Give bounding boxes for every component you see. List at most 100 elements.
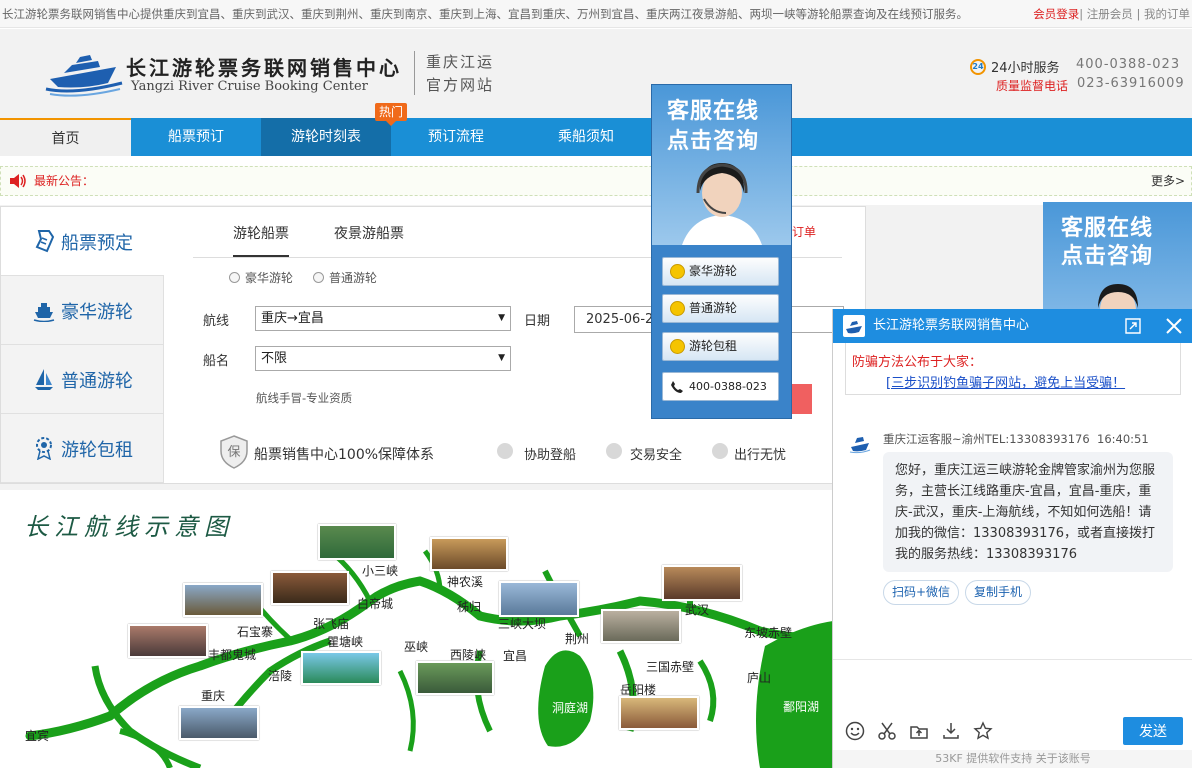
sidebar-item-luxury-cruise[interactable]: 豪华游轮 xyxy=(1,276,164,345)
photo-yueyang[interactable] xyxy=(619,696,699,730)
nav-schedule[interactable]: 游轮时刻表 xyxy=(261,118,391,156)
chat-input-divider xyxy=(833,659,1192,660)
message-time: 16:40:51 xyxy=(1097,432,1149,446)
quick-reply-copy-phone[interactable]: 复制手机 xyxy=(965,580,1032,605)
photo-shibaozhai[interactable] xyxy=(183,583,263,617)
tab-night-cruise-ticket[interactable]: 夜景游船票 xyxy=(334,223,404,243)
photo-baidi[interactable] xyxy=(271,571,349,605)
download-icon[interactable] xyxy=(941,721,961,741)
right-service-ad[interactable]: 客服在线 点击咨询 xyxy=(1043,202,1192,310)
route-hint: 航线手冒-专业资质 xyxy=(256,391,353,405)
map-label: 三国赤壁 xyxy=(646,660,695,674)
notice-more-link[interactable]: 更多> xyxy=(1151,167,1185,195)
map-label: 鄱阳湖 xyxy=(783,700,820,714)
ad-button-phone[interactable]: 400-0388-023 xyxy=(662,372,779,401)
nav-boarding-notes[interactable]: 乘船须知 xyxy=(521,118,651,156)
photo-shennong[interactable] xyxy=(430,537,508,571)
upload-folder-icon[interactable] xyxy=(909,721,929,741)
click-consult-text: 点击咨询 xyxy=(1061,244,1154,269)
chat-logo-icon xyxy=(843,315,865,337)
click-consult-text: 点击咨询 xyxy=(667,129,760,154)
guarantee-worryfree: 出行无忧 xyxy=(734,448,787,463)
service-label: 24小时服务 xyxy=(991,61,1060,76)
radio-circle[interactable] xyxy=(229,272,240,283)
guarantee-title: 船票销售中心100%保障体系 xyxy=(254,447,435,463)
ad-button-normal[interactable]: 普通游轮 xyxy=(662,294,779,323)
ad-button-luxury[interactable]: 豪华游轮 xyxy=(662,257,779,286)
photo-jingzhou[interactable] xyxy=(601,609,681,643)
emoji-icon[interactable] xyxy=(845,721,865,741)
maximize-icon[interactable] xyxy=(1125,318,1141,334)
route-label: 航线 xyxy=(203,314,230,329)
route-value: 重庆→宜昌 xyxy=(261,311,324,326)
photo-qutang[interactable] xyxy=(301,651,381,685)
register-orders-links[interactable]: | 注册会员 | 我的订单 xyxy=(1079,7,1190,21)
quick-reply-wechat[interactable]: 扫码+微信 xyxy=(883,580,960,605)
photo-xiling[interactable] xyxy=(416,661,494,695)
sidebar-item-charter[interactable]: 游轮包租 xyxy=(1,414,164,483)
radio-luxury[interactable]: 豪华游轮 xyxy=(229,269,293,286)
scissors-icon[interactable] xyxy=(877,721,897,741)
nav-ticket-booking[interactable]: 船票预订 xyxy=(131,118,261,156)
hot-badge: 热门 xyxy=(375,103,407,126)
radio-luxury-label: 豪华游轮 xyxy=(245,271,294,285)
photo-wuhan[interactable] xyxy=(662,565,742,601)
guarantee-boarding: 协助登船 xyxy=(524,448,577,463)
smiley-icon xyxy=(670,301,685,316)
scam-warning-link[interactable]: [三步识别钓鱼骗子网站，避免上当受骗！ xyxy=(886,372,1125,391)
speaker-icon xyxy=(10,174,26,188)
photo-dam[interactable] xyxy=(499,581,579,617)
site-header: 长江游轮票务联网销售中心 Yangzi River Cruise Booking… xyxy=(0,29,1192,118)
tab-cruise-ticket[interactable]: 游轮船票 xyxy=(233,223,289,257)
map-label: 西陵峡 xyxy=(450,648,487,662)
site-logo-title[interactable]: 长江游轮票务联网销售中心 xyxy=(126,52,402,81)
smiley-icon xyxy=(670,339,685,354)
photo-chongqing[interactable] xyxy=(179,706,259,740)
ship-value: 不限 xyxy=(261,351,288,366)
official-line-1: 重庆江运 xyxy=(426,53,495,71)
nav-home[interactable]: 首页 xyxy=(0,118,131,156)
radio-circle[interactable] xyxy=(313,272,324,283)
guarantee-safe: 交易安全 xyxy=(630,448,683,463)
send-button[interactable]: 发送 xyxy=(1123,717,1183,745)
scam-warning-box: 防骗方法公布于大家： [三步识别钓鱼骗子网站，避免上当受骗！ xyxy=(845,343,1181,395)
service-ad-banner[interactable]: 客服在线 点击咨询 xyxy=(652,85,791,245)
ship-select[interactable]: 不限 ▼ xyxy=(255,346,511,371)
radio-normal[interactable]: 普通游轮 xyxy=(313,269,377,286)
photo-fengdu[interactable] xyxy=(128,624,208,658)
route-map: 长江航线示意图 小三峡 神农溪 白帝城 秭归 三峡大坝 武汉 石宝寨 张飞庙 瞿… xyxy=(0,491,833,768)
nav-booking-process[interactable]: 预订流程 xyxy=(391,118,521,156)
sidebar-item-normal-cruise[interactable]: 普通游轮 xyxy=(1,345,164,414)
sidebar-item-ticket-booking[interactable]: 船票预定 xyxy=(1,207,164,276)
chat-header[interactable]: 长江游轮票务联网销售中心 xyxy=(833,309,1192,343)
worry-free-icon xyxy=(712,443,728,459)
ad-phone-number: 400-0388-023 xyxy=(689,380,767,393)
map-label: 白帝城 xyxy=(357,597,394,611)
ship-label: 船名 xyxy=(203,354,230,369)
map-label: 张飞庙 xyxy=(313,617,350,631)
my-order-link[interactable]: 订单 xyxy=(792,223,816,240)
map-label: 东坡赤壁 xyxy=(744,626,793,640)
service-online-text: 客服在线 xyxy=(667,99,760,124)
logo-divider xyxy=(414,51,415,95)
ad-button-charter[interactable]: 游轮包租 xyxy=(662,332,779,361)
photo-three-gorges[interactable] xyxy=(318,524,396,560)
search-button[interactable] xyxy=(792,384,812,414)
map-label: 荆州 xyxy=(565,632,590,646)
notice-label: 最新公告： xyxy=(34,174,95,188)
map-label: 三峡大坝 xyxy=(498,617,547,631)
map-label: 涪陵 xyxy=(268,669,293,683)
close-icon[interactable] xyxy=(1165,317,1183,335)
floating-service-ad[interactable]: 客服在线 点击咨询 豪华游轮 普通游轮 游轮包租 400-0388-023 xyxy=(651,84,792,419)
route-select[interactable]: 重庆→宜昌 ▼ xyxy=(255,306,511,331)
dropdown-arrow-icon: ▼ xyxy=(498,313,505,323)
dropdown-arrow-icon: ▼ xyxy=(498,353,505,363)
map-label: 瞿塘峡 xyxy=(327,635,364,649)
map-label: 秭归 xyxy=(457,600,482,614)
star-icon[interactable] xyxy=(973,721,993,741)
agent-avatar xyxy=(849,437,871,454)
map-label: 洞庭湖 xyxy=(552,701,589,715)
chat-window: 防骗方法公布于大家： [三步识别钓鱼骗子网站，避免上当受骗！ 长江游轮票务联网销… xyxy=(832,309,1192,768)
notice-bar: 最新公告： 更多> xyxy=(0,166,1192,196)
member-login-link[interactable]: 会员登录 xyxy=(1033,7,1079,21)
